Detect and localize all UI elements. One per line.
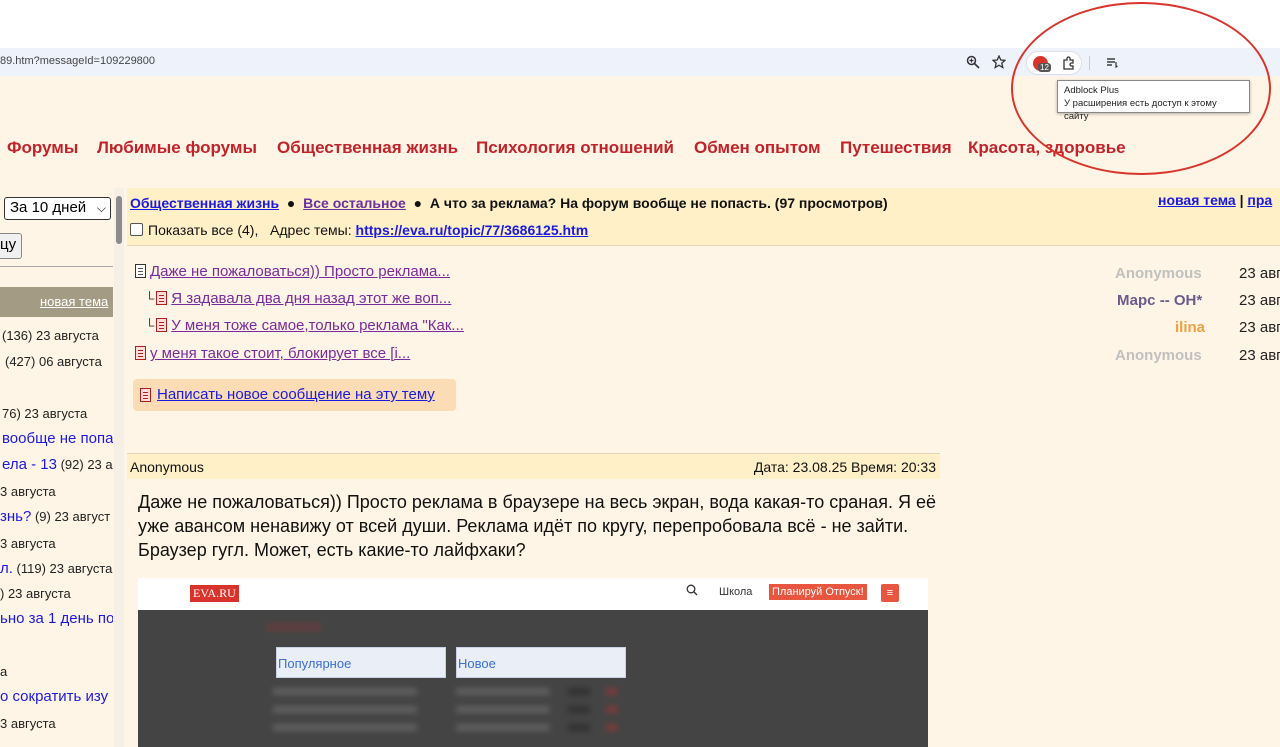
- adblock-tooltip: Adblock Plus У расширения есть доступ к …: [1057, 80, 1250, 122]
- message-date: 23 авг: [1239, 347, 1280, 364]
- list-item[interactable]: 3 августа: [0, 716, 56, 731]
- post-author: Anonymous: [130, 459, 204, 475]
- embedded-site-header: EVA.RU Школа Планируй Отпуск! ≡: [138, 578, 928, 610]
- new-topic-link[interactable]: новая тема: [1158, 192, 1236, 208]
- sidebar-new-topic-link[interactable]: новая тема: [40, 294, 108, 309]
- search-icon: [686, 584, 698, 599]
- list-item[interactable]: ела - 13 (92) 23 а: [2, 456, 113, 473]
- nav-favorite-forums[interactable]: Любимые форумы: [97, 138, 257, 158]
- reading-list-icon[interactable]: [1103, 53, 1121, 71]
- document-icon: [140, 388, 151, 402]
- list-item[interactable]: (136) 23 августа: [2, 328, 99, 343]
- menu-icon: ≡: [881, 584, 899, 602]
- address-bar[interactable]: 89.htm?messageId=109229800 12: [0, 48, 1280, 76]
- message-date: 23 авг: [1239, 319, 1280, 336]
- show-all-checkbox[interactable]: [130, 223, 143, 236]
- adblock-badge: 12: [1038, 63, 1051, 72]
- show-all-label: Показать все (4),: [148, 222, 259, 238]
- topic-address-row: Показать все (4), Адрес темы: https://ev…: [130, 222, 588, 238]
- sidebar-header: новая тема: [0, 287, 113, 317]
- list-item[interactable]: л. (119) 23 августа: [0, 560, 112, 577]
- list-item[interactable]: ) 23 августа: [0, 586, 71, 601]
- post-body: Даже не пожаловаться)) Просто реклама в …: [138, 492, 936, 560]
- list-item[interactable]: 3 августа: [0, 536, 56, 551]
- breadcrumb: Общественная жизнь ● Все остальное ● А ч…: [130, 195, 888, 211]
- divider: [0, 266, 113, 267]
- table-row[interactable]: └ У меня тоже самое,только реклама "Как..…: [145, 317, 1280, 337]
- period-select[interactable]: За 10 дней ⌵: [4, 197, 111, 220]
- list-item[interactable]: о сократить изу: [0, 688, 108, 705]
- tree-branch-icon: └: [145, 318, 155, 333]
- sidebar-button[interactable]: цу: [0, 233, 22, 259]
- tree-branch-icon: └: [145, 291, 155, 306]
- list-item[interactable]: вообще не попа: [2, 430, 113, 447]
- write-new-message-label[interactable]: Написать новое сообщение на эту тему: [157, 386, 435, 403]
- message-author[interactable]: Anonymous: [1115, 265, 1202, 282]
- tab-popular: Популярное: [276, 647, 446, 678]
- bookmark-star-icon[interactable]: [990, 53, 1008, 71]
- table-row[interactable]: └ Я задавала два дня назад этот же воп...…: [145, 290, 1280, 310]
- nav-beauty-health[interactable]: Красота, здоровье: [968, 138, 1126, 158]
- document-icon: [135, 264, 146, 278]
- write-new-message-button[interactable]: Написать новое сообщение на эту тему: [133, 379, 456, 411]
- plan-vacation-badge: Планируй Отпуск!: [769, 584, 867, 600]
- message-date: 23 авг: [1239, 292, 1280, 309]
- tooltip-text: У расширения есть доступ к этому сайту: [1064, 98, 1217, 122]
- topic-title: А что за реклама? На форум вообще не поп…: [429, 195, 888, 211]
- chevron-down-icon: ⌵: [96, 201, 106, 215]
- left-sidebar: За 10 дней ⌵ цу новая тема (136) 23 авгу…: [0, 188, 113, 747]
- list-item[interactable]: 76) 23 августа: [2, 406, 87, 421]
- message-author[interactable]: ilina: [1175, 319, 1205, 336]
- topic-actions: новая тема | пра: [1158, 192, 1272, 208]
- table-row[interactable]: Даже не пожаловаться)) Просто реклама...…: [135, 263, 1280, 283]
- nav-social-life[interactable]: Общественная жизнь: [277, 138, 458, 158]
- table-row[interactable]: у меня такое стоит, блокирует все [i... …: [135, 345, 1280, 365]
- nav-travel[interactable]: Путешествия: [840, 138, 952, 158]
- list-item[interactable]: (427) 06 августа: [5, 354, 102, 369]
- sidebar-scrollbar[interactable]: [114, 188, 124, 747]
- post-header: Anonymous Дата: 23.08.25 Время: 20:33: [127, 453, 940, 479]
- nav-psychology[interactable]: Психология отношений: [476, 138, 674, 158]
- message-title[interactable]: У меня тоже самое,только реклама "Как...: [171, 317, 464, 334]
- message-title[interactable]: у меня такое стоит, блокирует все [i...: [150, 345, 410, 362]
- document-icon: [156, 318, 168, 332]
- browser-tabstrip: [0, 0, 1280, 48]
- address-label: Адрес темы:: [270, 222, 352, 238]
- message-date: 23 авг: [1239, 265, 1280, 282]
- post-image: EVA.RU Школа Планируй Отпуск! ≡ Популярн…: [138, 578, 928, 747]
- url-text[interactable]: 89.htm?messageId=109229800: [0, 55, 155, 67]
- message-author[interactable]: Марс -- ОН*: [1117, 292, 1202, 309]
- list-item[interactable]: а: [0, 664, 7, 679]
- zoom-icon[interactable]: [964, 53, 982, 71]
- crumb-subsection[interactable]: Все остальное: [303, 195, 406, 211]
- list-item[interactable]: ьно за 1 день по: [0, 610, 113, 627]
- list-item[interactable]: знь? (9) 23 август: [0, 508, 110, 525]
- rules-link[interactable]: пра: [1247, 192, 1272, 208]
- school-link: Школа: [719, 586, 753, 598]
- message-title[interactable]: Даже не пожаловаться)) Просто реклама...: [150, 263, 450, 280]
- document-icon: [156, 291, 168, 305]
- nav-experience[interactable]: Обмен опытом: [694, 138, 821, 158]
- divider: |: [1239, 192, 1244, 208]
- message-title[interactable]: Я задавала два дня назад этот же воп...: [171, 290, 451, 307]
- extensions-puzzle-icon[interactable]: [1061, 55, 1077, 71]
- crumb-section[interactable]: Общественная жизнь: [130, 195, 279, 211]
- scrollbar-thumb[interactable]: [116, 196, 122, 244]
- blurred-rows: [456, 688, 626, 747]
- eva-logo: EVA.RU: [190, 585, 239, 602]
- tooltip-title: Adblock Plus: [1064, 85, 1119, 96]
- toolbar-separator: [1089, 56, 1090, 70]
- document-icon: [135, 346, 146, 360]
- tab-new: Новое: [456, 647, 626, 678]
- message-author[interactable]: Anonymous: [1115, 347, 1202, 364]
- topic-url-link[interactable]: https://eva.ru/topic/77/3686125.htm: [356, 222, 589, 238]
- list-item[interactable]: 3 августа: [0, 484, 56, 499]
- blurred-heading: [266, 622, 321, 632]
- extensions-pill: 12: [1026, 51, 1082, 75]
- nav-forums[interactable]: Форумы: [7, 138, 78, 158]
- topic-header: Общественная жизнь ● Все остальное ● А ч…: [127, 188, 1280, 246]
- period-select-value: За 10 дней: [10, 199, 87, 216]
- post-datetime: Дата: 23.08.25 Время: 20:33: [753, 459, 936, 475]
